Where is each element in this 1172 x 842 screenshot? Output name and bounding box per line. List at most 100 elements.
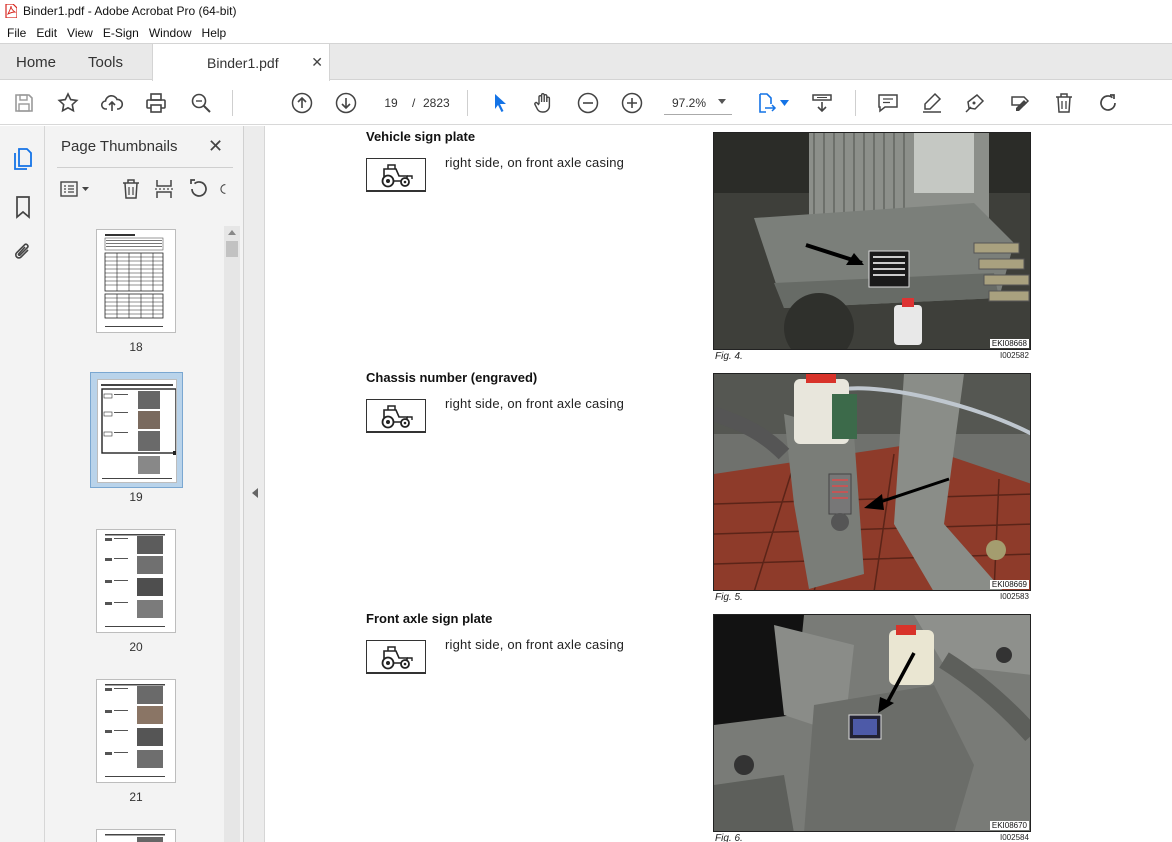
thumbnail-page-19-preview: [101, 384, 177, 479]
bookmarks-icon[interactable]: [11, 195, 35, 219]
figure-caption: Fig. 5.: [715, 592, 743, 603]
hand-icon[interactable]: [531, 91, 555, 115]
scrollbar-thumb[interactable]: [226, 241, 238, 257]
toolbar-separator: [232, 90, 233, 116]
toolbar-separator: [467, 90, 468, 116]
figure-caption: Fig. 4.: [715, 351, 743, 362]
tab-document[interactable]: Binder1.pdf ✕: [152, 44, 330, 81]
extract-pages-icon[interactable]: [153, 178, 175, 200]
zoom-out-icon[interactable]: [576, 91, 600, 115]
menu-esign[interactable]: E-Sign: [98, 26, 144, 40]
thumbnail-page-21[interactable]: [96, 679, 176, 783]
thumbnail-label-18: 18: [129, 340, 143, 354]
zoom-level-select[interactable]: 97.2%: [664, 91, 732, 115]
tab-tools[interactable]: Tools: [88, 44, 123, 80]
save-icon[interactable]: [12, 91, 36, 115]
thumbnail-page-20-preview: [105, 534, 165, 627]
figure-reference: I002583: [1000, 592, 1029, 601]
redo-icon[interactable]: [1096, 91, 1120, 115]
total-pages: 2823: [423, 96, 450, 110]
chevron-down-icon: [718, 99, 726, 104]
figure-reference: I002582: [1000, 351, 1029, 360]
menu-bar: File Edit View E-Sign Window Help: [0, 22, 1172, 43]
page-separator: /: [412, 96, 416, 110]
select-cursor-icon[interactable]: [488, 91, 512, 115]
tractor-icon: [366, 399, 426, 433]
page-down-icon[interactable]: [334, 91, 358, 115]
section-title-vehicle-sign-plate: Vehicle sign plate: [366, 129, 476, 144]
menu-view[interactable]: View: [62, 26, 98, 40]
thumbnail-options-icon[interactable]: [60, 178, 90, 200]
sign-icon[interactable]: [963, 91, 987, 115]
attachments-icon[interactable]: [11, 240, 35, 264]
comment-icon[interactable]: [876, 91, 900, 115]
tractor-icon: [366, 158, 426, 192]
figure-reference: I002584: [1000, 833, 1029, 842]
section-description: right side, on front axle casing: [445, 637, 625, 652]
section-title-chassis-number: Chassis number (engraved): [366, 370, 538, 385]
chevron-down-icon[interactable]: [780, 100, 789, 106]
page-thumbnails-icon[interactable]: [11, 147, 35, 171]
zoom-search-icon[interactable]: [189, 91, 213, 115]
page-up-icon[interactable]: [290, 91, 314, 115]
photo-vehicle-sign-plate: EKI08668: [713, 132, 1031, 350]
toolbar: 19 / 2823 97.2%: [0, 81, 1172, 125]
bookmark-star-icon[interactable]: [56, 91, 80, 115]
scroll-up-arrow[interactable]: [228, 230, 236, 235]
delete-icon[interactable]: [1052, 91, 1076, 115]
acrobat-logo-icon: [5, 4, 17, 18]
menu-edit[interactable]: Edit: [31, 26, 62, 40]
thumbnail-page-18[interactable]: [96, 229, 176, 333]
current-page-input[interactable]: 19: [373, 91, 409, 115]
panel-collapse-handle[interactable]: [244, 126, 265, 842]
close-panel-icon[interactable]: ✕: [208, 136, 223, 157]
toolbar-separator: [855, 90, 856, 116]
thumbnails-panel: Page Thumbnails ✕ 18 19 20 21: [45, 126, 244, 842]
zoom-in-icon[interactable]: [620, 91, 644, 115]
scroll-mode-icon[interactable]: [810, 91, 834, 115]
menu-window[interactable]: Window: [144, 26, 197, 40]
thumbnail-label-20: 20: [129, 640, 143, 654]
upload-icon[interactable]: [100, 91, 124, 115]
rotate-right-icon[interactable]: [219, 178, 233, 200]
photo-code: EKI08669: [989, 580, 1029, 589]
tab-document-label: Binder1.pdf: [207, 55, 279, 71]
tab-bar: Home Tools Binder1.pdf ✕: [0, 43, 1172, 81]
delete-pages-icon[interactable]: [120, 178, 142, 200]
thumbnail-label-19: 19: [129, 490, 143, 504]
thumbnail-page-19[interactable]: [97, 379, 177, 483]
menu-file[interactable]: File: [2, 26, 31, 40]
section-title-front-axle-sign-plate: Front axle sign plate: [366, 611, 493, 626]
collapse-arrow-icon[interactable]: [252, 488, 258, 498]
thumbnails-scrollbar[interactable]: [224, 226, 240, 842]
figure-caption: Fig. 6.: [715, 833, 743, 842]
redact-icon[interactable]: [1008, 91, 1032, 115]
print-icon[interactable]: [144, 91, 168, 115]
photo-code: EKI08668: [989, 339, 1029, 348]
tractor-icon: [366, 640, 426, 674]
title-bar: Binder1.pdf - Adobe Acrobat Pro (64-bit): [0, 0, 1172, 22]
photo-chassis-number: EKI08669: [713, 373, 1031, 591]
thumbnail-page-20[interactable]: [96, 529, 176, 633]
section-description: right side, on front axle casing: [445, 155, 625, 170]
thumbnail-page-21-preview: [105, 684, 165, 777]
highlight-icon[interactable]: [920, 91, 944, 115]
tab-home[interactable]: Home: [16, 44, 56, 80]
panel-title: Page Thumbnails: [61, 138, 178, 155]
panel-divider: [57, 167, 233, 168]
zoom-level-value: 97.2%: [672, 95, 707, 110]
thumbnail-label-21: 21: [129, 790, 143, 804]
thumbnail-page-22[interactable]: [96, 829, 176, 842]
thumbnail-page-22-preview: [105, 834, 165, 842]
photo-front-axle-sign-plate: EKI08670: [713, 614, 1031, 832]
page-fit-icon[interactable]: [754, 91, 778, 115]
menu-help[interactable]: Help: [197, 26, 232, 40]
document-view[interactable]: Vehicle sign plate right side, on front …: [265, 126, 1172, 842]
navigation-rail: [0, 126, 45, 842]
rotate-left-icon[interactable]: [187, 178, 209, 200]
thumbnail-page-18-preview: [104, 234, 164, 327]
window-title: Binder1.pdf - Adobe Acrobat Pro (64-bit): [23, 4, 237, 18]
section-description: right side, on front axle casing: [445, 396, 625, 411]
close-tab-icon[interactable]: ✕: [311, 54, 323, 71]
photo-code: EKI08670: [989, 821, 1029, 830]
